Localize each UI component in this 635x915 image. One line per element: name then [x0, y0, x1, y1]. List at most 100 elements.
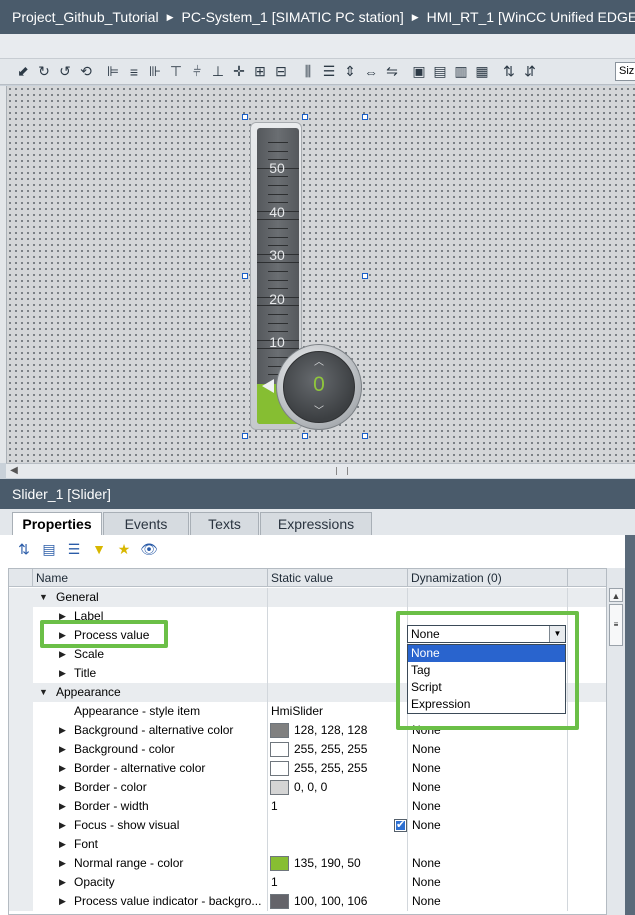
color-swatch[interactable]: [270, 761, 289, 776]
chevron-down-icon[interactable]: ﹀: [283, 402, 355, 417]
expand-icon[interactable]: ▶: [59, 835, 66, 854]
property-name-cell[interactable]: Appearance - style item: [9, 702, 268, 721]
layer-icon[interactable]: ⇵: [521, 63, 539, 81]
property-row[interactable]: ▶ Border - color 0, 0, 0 None: [9, 778, 607, 797]
selection-handle[interactable]: [362, 114, 368, 120]
dynamization-cell[interactable]: None: [408, 873, 568, 892]
static-value-cell[interactable]: ✔: [268, 816, 408, 835]
scroll-up-icon[interactable]: ▲: [609, 588, 623, 602]
static-value-cell[interactable]: 255, 255, 255: [268, 759, 408, 778]
align-right-icon[interactable]: ⊪: [146, 63, 164, 81]
selection-handle[interactable]: [242, 114, 248, 120]
property-name-cell[interactable]: ▶ Opacity: [9, 873, 268, 892]
property-row[interactable]: ▶ Opacity 1 None: [9, 873, 607, 892]
breadcrumb-item[interactable]: HMI_RT_1 [WinCC Unified EDGE: [427, 9, 635, 25]
color-swatch[interactable]: [270, 742, 289, 757]
forward-icon[interactable]: ▥: [452, 63, 470, 81]
property-row[interactable]: ▶ Background - color 255, 255, 255 None: [9, 740, 607, 759]
sort-alpha-icon[interactable]: ⇅: [14, 541, 34, 558]
property-name-cell[interactable]: ▶ Normal range - color: [9, 854, 268, 873]
selection-handle[interactable]: [302, 114, 308, 120]
breadcrumb-item[interactable]: PC-System_1 [SIMATIC PC station]: [181, 9, 403, 25]
flip-icon[interactable]: ⟲: [77, 63, 95, 81]
grid-header-static[interactable]: Static value: [268, 569, 408, 587]
expand-icon[interactable]: ▶: [59, 759, 66, 778]
align-bottom-icon[interactable]: ⊥: [209, 63, 227, 81]
backward-icon[interactable]: ▦: [473, 63, 491, 81]
collapse-icon[interactable]: ▼: [39, 683, 48, 702]
static-value-cell[interactable]: 1: [268, 873, 408, 892]
scrollbar-thumb[interactable]: ≡: [609, 604, 623, 646]
property-name-cell[interactable]: ▶ Background - color: [9, 740, 268, 759]
property-row[interactable]: ▶ Font: [9, 835, 607, 854]
property-name-cell[interactable]: ▶ Border - alternative color: [9, 759, 268, 778]
checkbox[interactable]: ✔: [394, 819, 407, 832]
property-name-cell[interactable]: ▶ Focus - show visual: [9, 816, 268, 835]
rotate-icon[interactable]: ↻: [35, 63, 53, 81]
expand-icon[interactable]: ▶: [59, 816, 66, 835]
dynamization-cell[interactable]: None: [408, 816, 568, 835]
static-value-cell[interactable]: 1: [268, 797, 408, 816]
scroll-left-icon[interactable]: ◀: [8, 464, 20, 478]
property-row[interactable]: ▶ Normal range - color 135, 190, 50 None: [9, 854, 607, 873]
property-name-cell[interactable]: ▶ Border - width: [9, 797, 268, 816]
align-top-icon[interactable]: ⊤: [167, 63, 185, 81]
static-value-cell[interactable]: HmiSlider: [268, 702, 408, 721]
canvas-horizontal-scrollbar[interactable]: ◀: [6, 463, 635, 478]
equal-spacing-icon[interactable]: ⇋: [383, 63, 401, 81]
expand-all-icon[interactable]: ☰: [64, 541, 84, 558]
expand-icon[interactable]: ▶: [59, 740, 66, 759]
property-name-cell[interactable]: ▼ Appearance: [9, 683, 268, 702]
grid-header-name[interactable]: Name: [33, 569, 268, 587]
breadcrumb-item[interactable]: Project_Github_Tutorial: [12, 9, 159, 25]
selection-handle[interactable]: [242, 273, 248, 279]
show-icon[interactable]: 👁: [139, 541, 159, 558]
static-value-cell[interactable]: [268, 626, 408, 645]
expand-icon[interactable]: ▶: [59, 664, 66, 683]
static-value-cell[interactable]: [268, 835, 408, 854]
property-row[interactable]: ▶ Process value indicator - backgro... 100…: [9, 892, 607, 911]
property-name-cell[interactable]: ▶ Font: [9, 835, 268, 854]
static-value-cell[interactable]: 0, 0, 0: [268, 778, 408, 797]
static-value-cell[interactable]: [268, 607, 408, 626]
static-value-cell[interactable]: 255, 255, 255: [268, 740, 408, 759]
selection-handle[interactable]: [362, 273, 368, 279]
pointer-icon[interactable]: ⬋: [14, 63, 32, 81]
align-middle-icon[interactable]: ⫩: [188, 63, 206, 81]
property-name-cell[interactable]: ▶ Title: [9, 664, 268, 683]
dynamization-cell[interactable]: None: [408, 759, 568, 778]
dynamization-cell[interactable]: None: [408, 892, 568, 911]
grid-vertical-scrollbar[interactable]: ▲ ≡: [606, 568, 625, 915]
tab-texts[interactable]: Texts: [190, 512, 259, 535]
property-name-cell[interactable]: ▶ Border - color: [9, 778, 268, 797]
static-value-cell[interactable]: 100, 100, 106: [268, 892, 408, 911]
center-icon[interactable]: ✛: [230, 63, 248, 81]
chevron-up-icon[interactable]: ︿: [283, 353, 355, 368]
expand-icon[interactable]: ▶: [59, 854, 66, 873]
static-value-cell[interactable]: [268, 588, 408, 607]
tab-properties[interactable]: Properties: [12, 512, 102, 536]
property-group[interactable]: ▼ General: [9, 588, 607, 607]
expand-icon[interactable]: ▶: [59, 797, 66, 816]
static-value-cell[interactable]: [268, 683, 408, 702]
align-center-icon[interactable]: ≡: [125, 63, 143, 81]
color-swatch[interactable]: [270, 856, 289, 871]
slider-pointer[interactable]: [262, 379, 274, 393]
same-width-icon[interactable]: ⊟: [272, 63, 290, 81]
expand-icon[interactable]: ▶: [59, 778, 66, 797]
send-back-icon[interactable]: ▤: [431, 63, 449, 81]
color-swatch[interactable]: [270, 780, 289, 795]
static-value-cell[interactable]: 135, 190, 50: [268, 854, 408, 873]
collapse-icon[interactable]: ▼: [39, 588, 48, 607]
static-value-cell[interactable]: [268, 645, 408, 664]
dynamization-cell[interactable]: [408, 588, 568, 607]
expand-icon[interactable]: ▶: [59, 892, 66, 911]
dynamization-cell[interactable]: None: [408, 854, 568, 873]
group-icon[interactable]: ▤: [39, 541, 59, 558]
expand-icon[interactable]: ▶: [59, 873, 66, 892]
distribute-horizontal-icon[interactable]: ⫼: [299, 63, 317, 81]
selection-handle[interactable]: [302, 433, 308, 439]
size-field[interactable]: Siz: [615, 62, 635, 81]
property-row[interactable]: ▶ Focus - show visual ✔ None: [9, 816, 607, 835]
dynamization-cell[interactable]: [408, 835, 568, 854]
